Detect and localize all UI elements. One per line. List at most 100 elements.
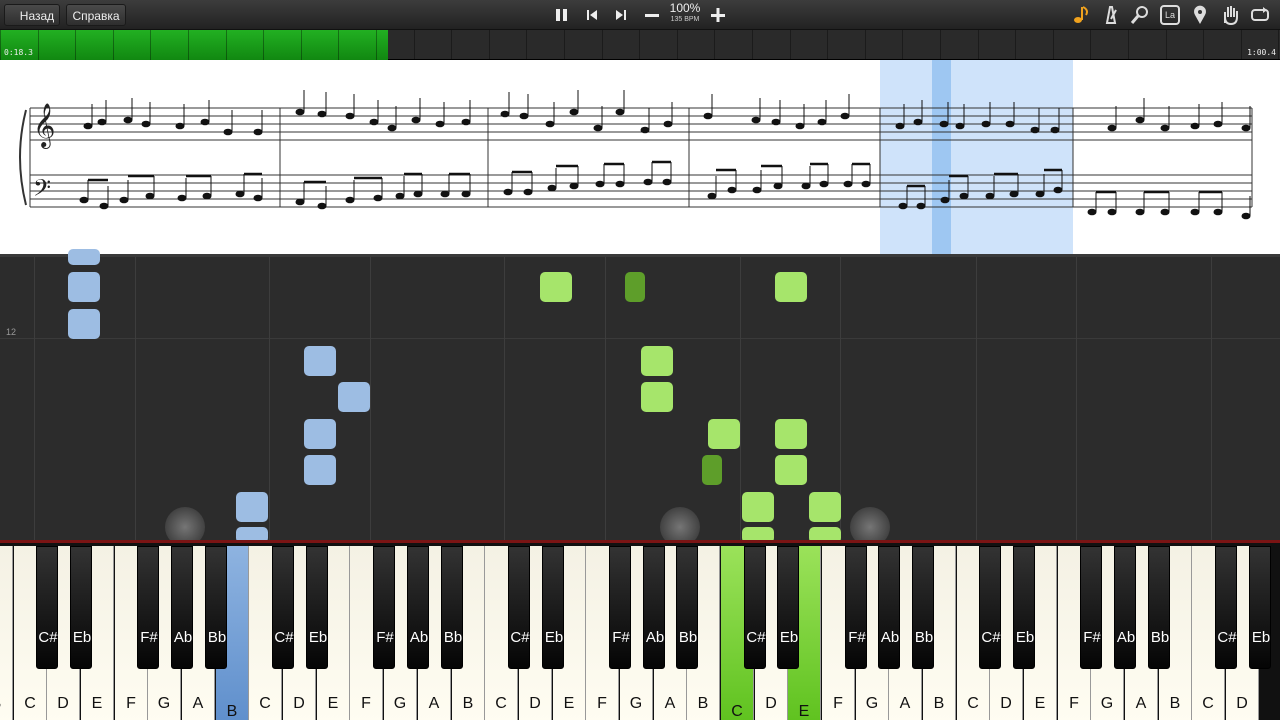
black-key-eb[interactable]: Eb bbox=[1013, 546, 1035, 669]
black-key-f-sharp[interactable]: F# bbox=[373, 546, 395, 669]
progress-tick bbox=[414, 30, 415, 60]
help-button[interactable]: Справка bbox=[66, 4, 126, 26]
black-key-c-sharp[interactable]: C# bbox=[508, 546, 530, 669]
key-label: A bbox=[899, 695, 911, 712]
black-key-bb[interactable]: Bb bbox=[676, 546, 698, 669]
skip-back-icon[interactable] bbox=[580, 3, 604, 27]
key-label: F bbox=[597, 695, 607, 712]
la-label: La bbox=[1164, 10, 1175, 20]
pause-icon[interactable] bbox=[549, 3, 573, 27]
note-head bbox=[461, 118, 471, 126]
note-head bbox=[1107, 208, 1117, 216]
black-key-bb[interactable]: Bb bbox=[441, 546, 463, 669]
key-label: E bbox=[563, 695, 575, 712]
la-icon[interactable]: La bbox=[1158, 3, 1182, 27]
minus-icon bbox=[645, 14, 659, 17]
black-key-ab[interactable]: Ab bbox=[643, 546, 665, 669]
note-head bbox=[1005, 120, 1015, 128]
note-head bbox=[959, 192, 969, 200]
falling-note bbox=[708, 419, 740, 449]
black-key-eb[interactable]: Eb bbox=[777, 546, 799, 669]
note-head bbox=[200, 118, 210, 126]
black-key-f-sharp[interactable]: F# bbox=[1080, 546, 1102, 669]
black-key-c-sharp[interactable]: C# bbox=[36, 546, 58, 669]
key-label: F# bbox=[140, 629, 158, 646]
note-head bbox=[913, 118, 923, 126]
skip-forward-icon[interactable] bbox=[609, 3, 633, 27]
score-notes bbox=[79, 90, 1251, 220]
note-head bbox=[727, 186, 737, 194]
note-head bbox=[1030, 126, 1040, 134]
black-key-ab[interactable]: Ab bbox=[1114, 546, 1136, 669]
black-key-c-sharp[interactable]: C# bbox=[744, 546, 766, 669]
note-head bbox=[519, 112, 529, 120]
black-key-ab[interactable]: Ab bbox=[171, 546, 193, 669]
zoom-out-button[interactable] bbox=[640, 3, 664, 27]
loop-icon[interactable] bbox=[1248, 3, 1272, 27]
note-head bbox=[955, 122, 965, 130]
progress-tick bbox=[978, 30, 979, 60]
plus-icon bbox=[711, 8, 725, 22]
progress-tick bbox=[338, 30, 339, 60]
note-head bbox=[411, 116, 421, 124]
white-key-b[interactable]: B bbox=[0, 546, 13, 720]
note-head bbox=[1053, 186, 1063, 194]
falling-note bbox=[809, 492, 841, 522]
progress-tick bbox=[526, 30, 527, 60]
progress-tick bbox=[226, 30, 227, 60]
black-key-ab[interactable]: Ab bbox=[407, 546, 429, 669]
progress-tick bbox=[677, 30, 678, 60]
song-progress-bar[interactable]: 0:18.3 1:00.4 bbox=[0, 30, 1280, 60]
note-head bbox=[1107, 124, 1117, 132]
black-key-eb[interactable]: Eb bbox=[306, 546, 328, 669]
key-label: Bb bbox=[678, 629, 698, 646]
magnifier-icon[interactable] bbox=[1128, 3, 1152, 27]
key-label: F bbox=[361, 695, 371, 712]
toolbar: Назад Справка 100% 135 BPM La bbox=[0, 0, 1280, 30]
zoom-in-button[interactable] bbox=[706, 3, 730, 27]
black-key-c-sharp[interactable]: C# bbox=[979, 546, 1001, 669]
note-head bbox=[898, 202, 908, 210]
key-label: C bbox=[967, 695, 979, 712]
falling-note bbox=[540, 272, 572, 302]
piano-keyboard[interactable]: BCDEFGABCDEFGABCDEFGABCDEFGABCDEFGABCDBb… bbox=[0, 540, 1280, 720]
key-label: B bbox=[697, 695, 709, 712]
black-key-eb[interactable]: Eb bbox=[542, 546, 564, 669]
key-label: Eb bbox=[308, 629, 328, 646]
black-key-c-sharp[interactable]: C# bbox=[272, 546, 294, 669]
black-key-c-sharp[interactable]: C# bbox=[1215, 546, 1237, 669]
map-pin-icon[interactable] bbox=[1188, 3, 1212, 27]
black-key-f-sharp[interactable]: F# bbox=[137, 546, 159, 669]
back-button[interactable]: Назад bbox=[4, 4, 60, 26]
black-key-ab[interactable]: Ab bbox=[878, 546, 900, 669]
roll-gridline bbox=[34, 257, 35, 543]
key-label: D bbox=[293, 695, 305, 712]
progress-tick bbox=[263, 30, 264, 60]
key-label: Bb bbox=[914, 629, 934, 646]
key-label: B bbox=[933, 695, 945, 712]
metronome-icon[interactable] bbox=[1099, 3, 1123, 27]
note-icon[interactable] bbox=[1069, 3, 1093, 27]
black-key-bb[interactable]: Bb bbox=[1148, 546, 1170, 669]
black-key-eb[interactable]: Eb bbox=[70, 546, 92, 669]
sheet-music[interactable]: 𝄞 𝄢 bbox=[0, 60, 1280, 254]
key-label: C bbox=[1202, 695, 1214, 712]
progress-tick bbox=[1241, 30, 1242, 60]
progress-tick bbox=[714, 30, 715, 60]
key-label: A bbox=[428, 695, 440, 712]
black-key-bb[interactable]: Bb bbox=[912, 546, 934, 669]
black-key-f-sharp[interactable]: F# bbox=[609, 546, 631, 669]
black-key-eb[interactable]: Eb bbox=[1249, 546, 1271, 669]
note-head bbox=[141, 120, 151, 128]
black-key-f-sharp[interactable]: F# bbox=[845, 546, 867, 669]
falling-note bbox=[304, 419, 336, 449]
key-label: D bbox=[1236, 695, 1248, 712]
progress-tick bbox=[1015, 30, 1016, 60]
progress-tick bbox=[376, 30, 377, 60]
key-label: Bb bbox=[207, 629, 227, 646]
note-head bbox=[1160, 208, 1170, 216]
falling-note bbox=[68, 272, 100, 302]
note-head bbox=[662, 178, 672, 186]
hand-icon[interactable] bbox=[1218, 3, 1242, 27]
black-key-bb[interactable]: Bb bbox=[205, 546, 227, 669]
